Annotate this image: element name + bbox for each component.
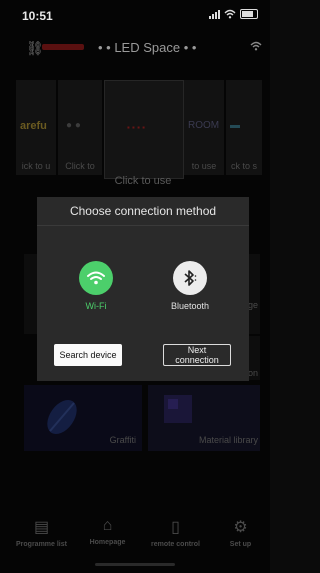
remote-icon: ▯ (171, 519, 180, 536)
status-time: 10:51 (22, 9, 53, 23)
home-icon: ⌂ (102, 517, 113, 534)
tab-label: Set up (229, 541, 252, 548)
tab-homepage[interactable]: ⌂ Homepage (74, 513, 141, 559)
home-indicator (95, 563, 175, 566)
wifi-option[interactable]: Wi-Fi (53, 261, 139, 311)
tile-label: Material library (198, 435, 258, 445)
bluetooth-option[interactable]: Bluetooth (147, 261, 233, 311)
tile-label: Graffiti (109, 435, 136, 445)
carousel-main-caption: Click to use (114, 175, 172, 187)
tile-label: ge (247, 300, 258, 310)
wifi-option-label: Wi-Fi (85, 301, 107, 311)
search-device-button[interactable]: Search device (54, 344, 122, 366)
carousel-card[interactable]: ROOM to use (184, 80, 224, 175)
tab-label: Programme list (16, 541, 67, 548)
tab-programme-list[interactable]: ▤ Programme list (8, 513, 75, 559)
battery-icon (240, 9, 258, 19)
card-caption: Click to (65, 161, 95, 171)
next-button-line2: connection (175, 355, 219, 365)
carousel-card[interactable]: ▬ ck to s (226, 80, 262, 175)
signal-icon (209, 9, 220, 19)
leaf-icon (47, 399, 77, 435)
card-art: ▪ ▪ ▪ ▪ (127, 123, 146, 132)
bluetooth-option-icon (173, 261, 207, 295)
bluetooth-option-label: Bluetooth (170, 301, 210, 311)
card-caption: to use (191, 161, 217, 171)
template-carousel[interactable]: arefu ick to u ● ● Click to ▪ ▪ ▪ ▪ ROOM… (0, 80, 270, 190)
bottom-tab-bar: ▤ Programme list ⌂ Homepage ▯ remote con… (0, 513, 270, 559)
tab-remote-control[interactable]: ▯ remote control (142, 513, 209, 559)
app-header: ⛓ • • LED Space • • (0, 36, 270, 60)
app-screen: 10:51 ⛓ • • LED Space • • arefu ick to u… (0, 0, 270, 573)
image-icon (164, 395, 192, 423)
wifi-icon[interactable] (250, 40, 262, 54)
carousel-card[interactable]: arefu ick to u (16, 80, 56, 175)
wifi-option-icon (79, 261, 113, 295)
status-bar: 10:51 (0, 0, 270, 26)
carousel-card-active[interactable]: ▪ ▪ ▪ ▪ (104, 80, 184, 179)
wifi-status-icon (224, 9, 236, 19)
card-art: ▬ (230, 120, 240, 131)
tab-label: Homepage (89, 539, 126, 546)
dialog-title: Choose connection method (69, 204, 217, 218)
card-caption: ck to s (230, 161, 257, 171)
gear-icon: ⚙ (233, 519, 248, 536)
carousel-card[interactable]: ● ● Click to (58, 80, 102, 175)
page-title: • • LED Space • • (98, 40, 197, 55)
graffiti-tile[interactable]: Graffiti (24, 385, 142, 451)
tile-label: on (247, 368, 258, 378)
tab-set-up[interactable]: ⚙ Set up (207, 513, 274, 559)
brand-logo (42, 44, 84, 50)
card-art: ● ● (66, 120, 81, 131)
connection-dialog: Choose connection method Wi-Fi Bluetooth… (37, 197, 249, 381)
card-art: arefu (20, 120, 47, 132)
material-library-tile[interactable]: Material library (148, 385, 260, 451)
dialog-divider (37, 225, 249, 226)
tab-label: remote control (150, 541, 200, 548)
card-art: ROOM (188, 120, 220, 131)
status-icons (209, 9, 258, 19)
next-connection-button[interactable]: Next connection (163, 344, 231, 366)
next-button-line1: Next (187, 345, 207, 355)
card-caption: ick to u (21, 161, 51, 171)
list-icon: ▤ (33, 519, 50, 536)
